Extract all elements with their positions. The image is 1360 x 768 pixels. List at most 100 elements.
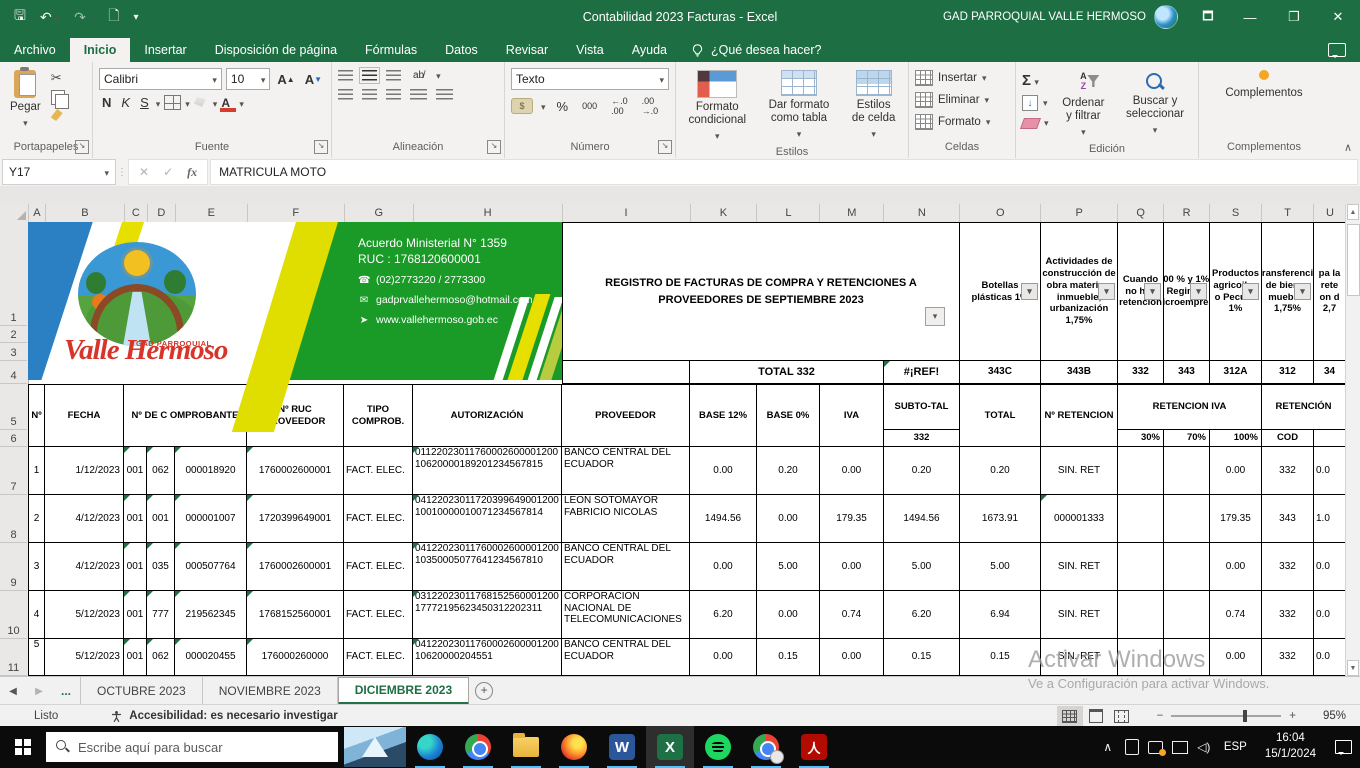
cell[interactable]: 0.00	[690, 543, 757, 591]
normal-view-icon[interactable]	[1057, 706, 1083, 726]
cell[interactable]: 0.00	[757, 591, 820, 639]
cell[interactable]: 5.00	[884, 543, 960, 591]
cell[interactable]: 343	[1262, 495, 1314, 543]
cell[interactable]: 0.00	[1210, 447, 1262, 495]
format-cells-button[interactable]: Formato	[915, 114, 990, 130]
close-button[interactable]: ✕	[1316, 0, 1360, 34]
cell[interactable]	[1118, 495, 1164, 543]
title-dropdown-icon[interactable]	[925, 307, 945, 326]
cell[interactable]: 332	[1262, 591, 1314, 639]
cell[interactable]: FACT. ELEC.	[344, 543, 413, 591]
taskbar-firefox[interactable]	[550, 726, 598, 768]
zoom-out-icon[interactable]: −	[1157, 710, 1164, 722]
ref-error-cell[interactable]: #¡REF!	[884, 361, 960, 384]
cell[interactable]: 0.00	[690, 447, 757, 495]
increase-indent-icon[interactable]	[436, 89, 453, 100]
column-header-u[interactable]: U	[1314, 204, 1346, 222]
cell[interactable]: 5/12/2023	[45, 639, 124, 676]
column-header-d[interactable]: D	[148, 204, 176, 222]
cell[interactable]: 1760002600001	[247, 543, 344, 591]
header-cell[interactable]: IVA	[820, 384, 884, 447]
cell[interactable]: 1494.56	[690, 495, 757, 543]
cell[interactable]: 001	[124, 639, 147, 676]
orientation-dropdown-icon[interactable]	[436, 68, 441, 82]
cell[interactable]: 5.00	[960, 543, 1041, 591]
insert-function-icon[interactable]: fx	[187, 165, 197, 180]
tax-header-cell[interactable]: pa la rete on d 2,7	[1314, 222, 1346, 361]
cell[interactable]	[1164, 447, 1210, 495]
print-preview-icon[interactable]: 🗋	[108, 5, 119, 29]
shrink-font-button[interactable]: A▼	[302, 72, 325, 87]
tab-formulas[interactable]: Fórmulas	[351, 38, 431, 62]
autosum-button[interactable]: Σ	[1022, 72, 1049, 89]
column-header-o[interactable]: O	[960, 204, 1041, 222]
cell[interactable]: 001	[124, 447, 147, 495]
account-name[interactable]: GAD PARROQUIAL VALLE HERMOSO	[943, 11, 1146, 23]
percent-style-button[interactable]: %	[554, 99, 572, 114]
cell[interactable]: 4/12/2023	[45, 543, 124, 591]
cell[interactable]: 0412202301172039964900120010010000010071…	[413, 495, 562, 543]
total-cell[interactable]: TOTAL 332	[690, 361, 884, 384]
zoom-slider[interactable]	[1171, 715, 1281, 717]
column-header-k[interactable]: K	[691, 204, 758, 222]
cell[interactable]: 332	[1262, 447, 1314, 495]
taskbar-chrome-profile[interactable]	[742, 726, 790, 768]
cell[interactable]: 1673.91	[960, 495, 1041, 543]
column-header-h[interactable]: H	[414, 204, 563, 222]
save-icon[interactable]: 🖫	[14, 5, 26, 29]
column-header-q[interactable]: Q	[1118, 204, 1164, 222]
column-header-n[interactable]: N	[884, 204, 960, 222]
cell[interactable]: 1760002600001	[247, 447, 344, 495]
tax-header-cell[interactable]: Cuando no hay retención	[1118, 222, 1164, 361]
cell[interactable]: LEON SOTOMAYOR FABRICIO NICOLAS	[562, 495, 690, 543]
column-header-r[interactable]: R	[1164, 204, 1210, 222]
orientation-icon[interactable]: ab̸	[410, 70, 427, 81]
tray-expand-icon[interactable]: ∧	[1096, 726, 1120, 768]
cell[interactable]: 0412202301176000260000120010620000204551	[413, 639, 562, 676]
tax-header-cell[interactable]: Actividades de construcción de obra mate…	[1041, 222, 1118, 361]
italic-button[interactable]: K	[118, 95, 133, 110]
cell[interactable]: 1/12/2023	[45, 447, 124, 495]
tab-vista[interactable]: Vista	[562, 38, 618, 62]
column-header-c[interactable]: C	[125, 204, 148, 222]
column-header-e[interactable]: E	[176, 204, 248, 222]
cell[interactable]: 4/12/2023	[45, 495, 124, 543]
start-button[interactable]	[0, 726, 46, 768]
cell[interactable]: 000018920	[175, 447, 247, 495]
font-name-select[interactable]: Calibri	[99, 68, 222, 90]
taskbar-spotify[interactable]	[694, 726, 742, 768]
cell[interactable]: 000020455	[175, 639, 247, 676]
header-cell[interactable]: RETENCIÓN	[1262, 384, 1346, 430]
cell[interactable]: SIN. RET	[1041, 447, 1118, 495]
cell[interactable]: 0.00	[820, 543, 884, 591]
tab-revisar[interactable]: Revisar	[492, 38, 562, 62]
column-header-s[interactable]: S	[1210, 204, 1262, 222]
cell[interactable]: 176000260000	[247, 639, 344, 676]
tax-header-cell[interactable]: Transferencia de bienes muebles 1,75%	[1262, 222, 1314, 361]
report-title-cell[interactable]: REGISTRO DE FACTURAS DE COMPRA Y RETENCI…	[562, 222, 960, 361]
sheet-nav-right-icon[interactable]: ▶	[26, 677, 52, 705]
cell[interactable]: FACT. ELEC.	[344, 495, 413, 543]
cell[interactable]: 000507764	[175, 543, 247, 591]
font-dialog-launcher-icon[interactable]: ↘	[314, 140, 328, 154]
formula-input[interactable]: MATRICULA MOTO	[210, 159, 1358, 185]
insert-cells-button[interactable]: Insertar	[915, 70, 987, 86]
cell[interactable]: FACT. ELEC.	[344, 447, 413, 495]
header-cell[interactable]: 332	[884, 430, 960, 447]
comma-style-button[interactable]: 000	[579, 101, 600, 111]
clear-button[interactable]	[1022, 117, 1049, 129]
borders-dropdown-icon[interactable]	[185, 96, 190, 110]
cell[interactable]: 062	[147, 447, 175, 495]
volume-icon[interactable]: ◁)	[1192, 726, 1216, 768]
cell[interactable]: 0.20	[757, 447, 820, 495]
cell[interactable]	[1118, 639, 1164, 676]
clock[interactable]: 16:04 15/1/2024	[1255, 731, 1326, 762]
decrease-decimal-icon[interactable]: .00→.0	[639, 96, 662, 116]
header-cell[interactable]: BASE 12%	[690, 384, 757, 447]
underline-dropdown-icon[interactable]	[156, 96, 161, 110]
cell[interactable]: 000001007	[175, 495, 247, 543]
network-icon[interactable]	[1168, 726, 1192, 768]
restore-button[interactable]: ❐	[1272, 0, 1316, 34]
tab-datos[interactable]: Datos	[431, 38, 492, 62]
tax-code-cell[interactable]: 312	[1262, 361, 1314, 384]
